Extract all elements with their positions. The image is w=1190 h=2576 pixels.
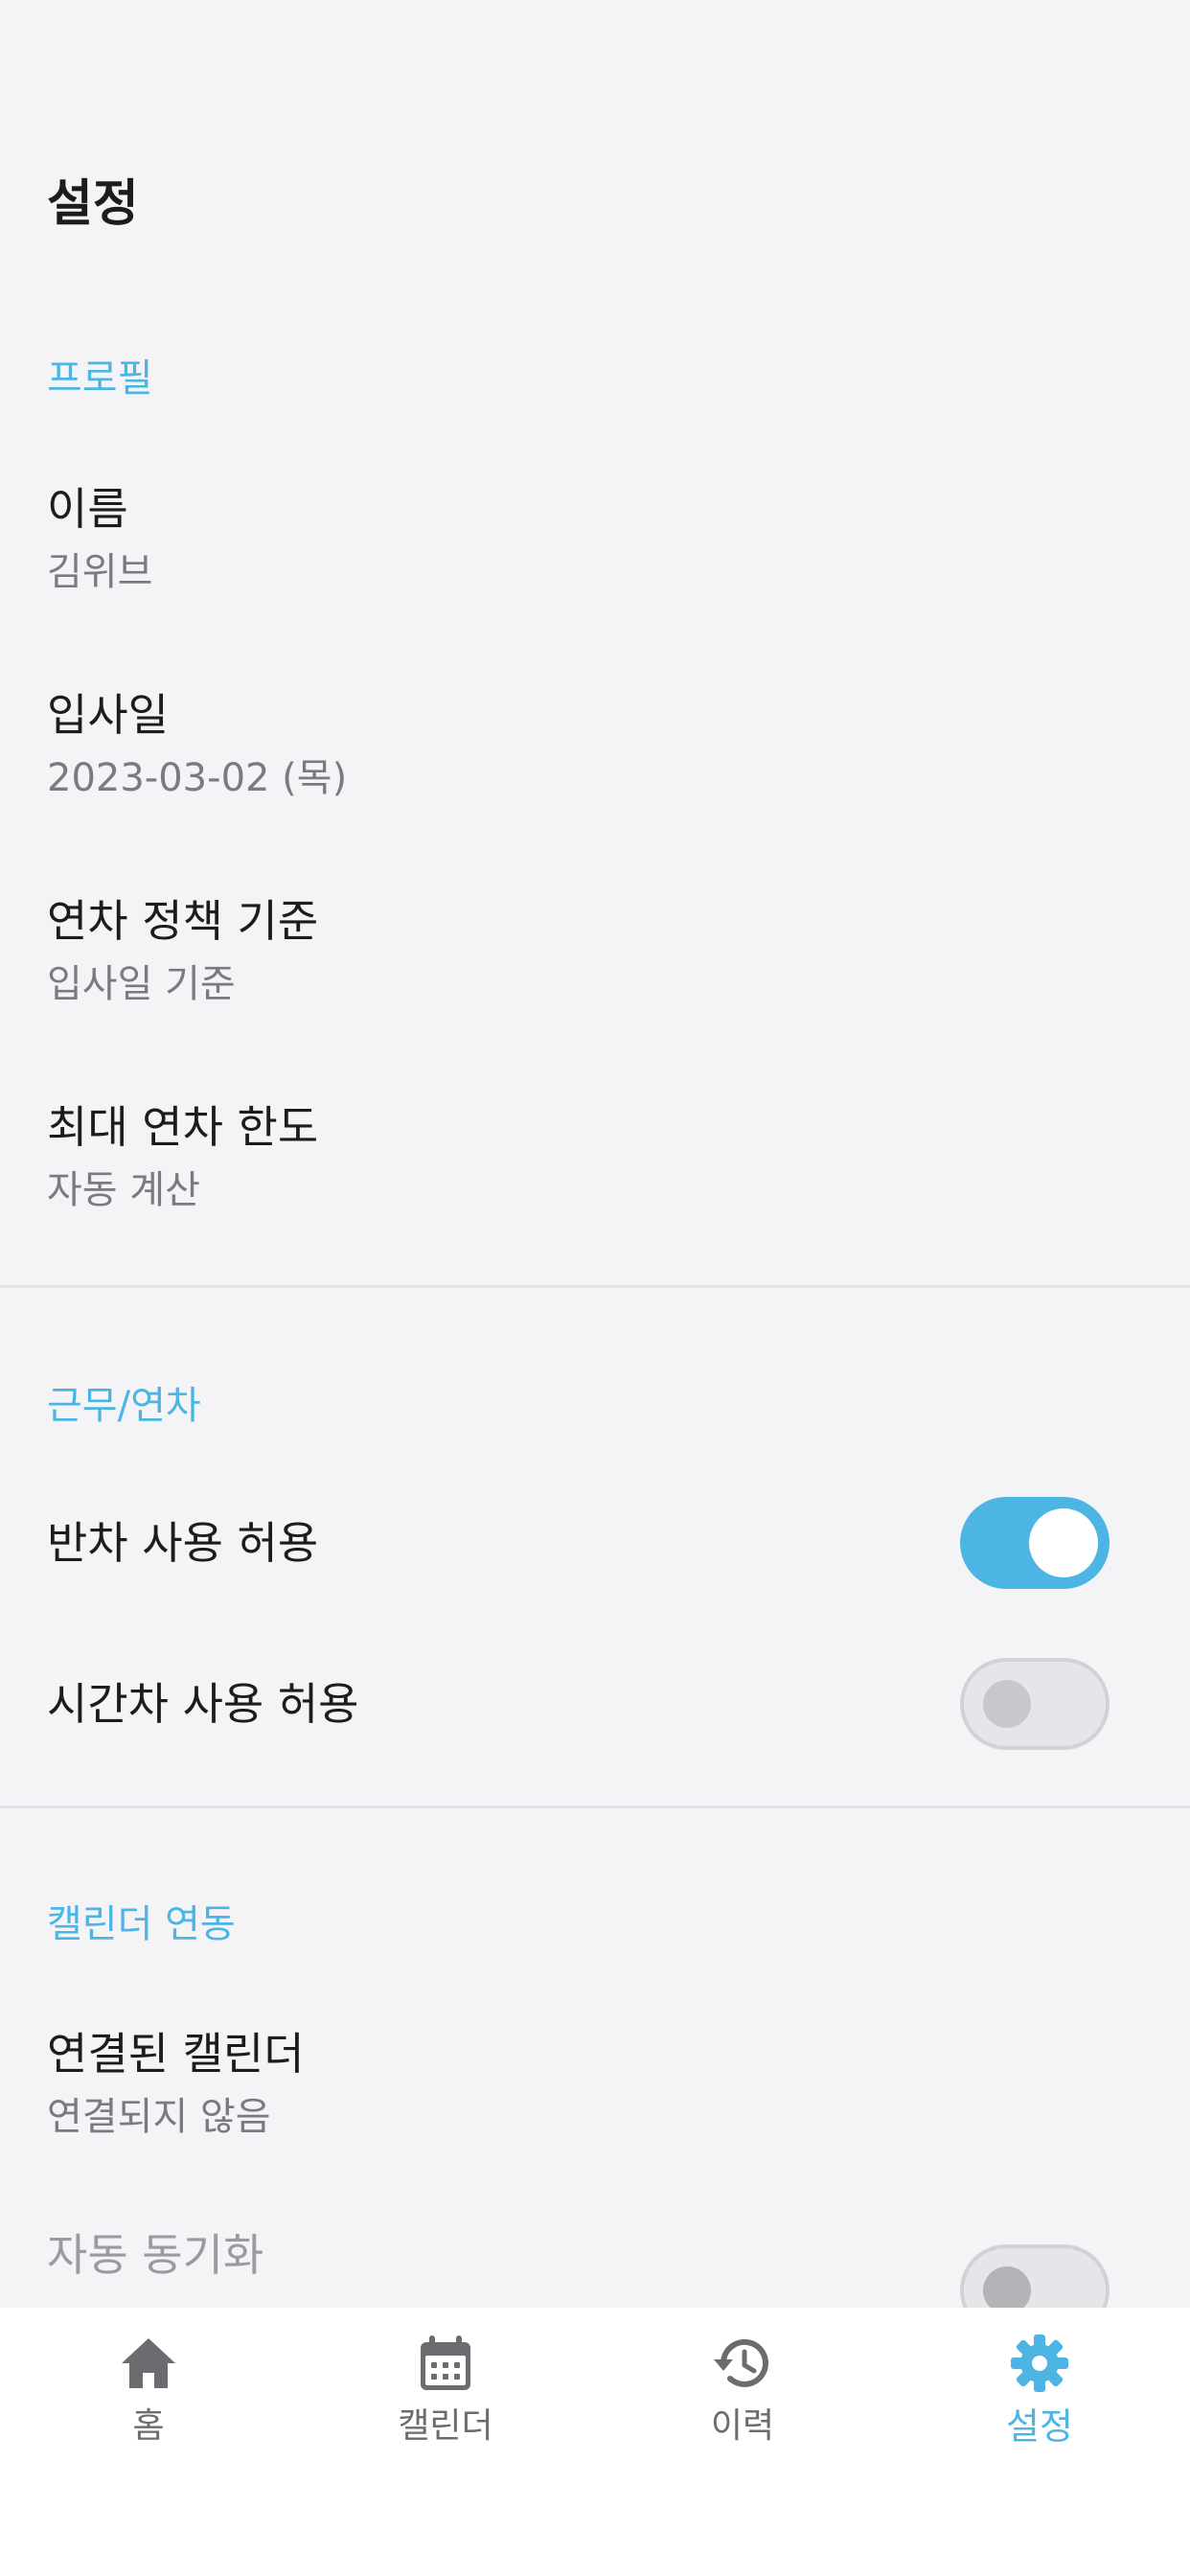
home-icon <box>122 2338 175 2388</box>
hire-date-label: 입사일 <box>47 689 169 741</box>
half-day-label: 반차 사용 허용 <box>47 1517 319 1569</box>
tab-settings[interactable]: 설정 <box>891 2333 1188 2467</box>
profile-name-label: 이름 <box>47 483 128 535</box>
section-header-profile: 프로필 <box>47 356 153 401</box>
toggle-knob <box>983 2266 1031 2308</box>
gear-icon <box>1011 2334 1068 2392</box>
hourly-leave-toggle[interactable] <box>960 1658 1110 1750</box>
linked-calendar-value: 연결되지 않음 <box>47 2095 271 2139</box>
hourly-leave-label: 시간차 사용 허용 <box>47 1678 359 1730</box>
tab-home-label: 홈 <box>132 2406 165 2446</box>
tab-history-label: 이력 <box>710 2406 775 2446</box>
half-day-row: 반차 사용 허용 <box>0 1495 1190 1591</box>
page-title: 설정 <box>47 175 139 233</box>
max-leave-value: 자동 계산 <box>47 1168 200 1212</box>
leave-policy-value: 입사일 기준 <box>47 962 236 1006</box>
section-header-work: 근무/연차 <box>47 1384 201 1428</box>
hire-date-value: 2023-03-02 (목) <box>47 756 348 800</box>
tab-home[interactable]: 홈 <box>0 2333 297 2467</box>
max-leave-label: 최대 연차 한도 <box>47 1101 319 1153</box>
auto-sync-label: 자동 동기화 <box>47 2229 264 2281</box>
linked-calendar-row[interactable]: 연결된 캘린더 연결되지 않음 <box>0 2014 1190 2158</box>
tab-calendar-label: 캘린더 <box>398 2406 493 2446</box>
leave-policy-label: 연차 정책 기준 <box>47 895 319 947</box>
linked-calendar-label: 연결된 캘린더 <box>47 2028 305 2080</box>
auto-sync-toggle[interactable] <box>960 2244 1110 2308</box>
profile-name-row[interactable]: 이름 김위브 <box>0 470 1190 613</box>
calendar-icon <box>421 2335 470 2390</box>
profile-name-value: 김위브 <box>47 550 153 594</box>
max-leave-row[interactable]: 최대 연차 한도 자동 계산 <box>0 1088 1190 1231</box>
toggle-knob <box>1029 1508 1098 1577</box>
section-divider <box>0 1806 1190 1808</box>
tab-calendar[interactable]: 캘린더 <box>297 2333 594 2467</box>
history-icon <box>714 2338 768 2387</box>
section-divider <box>0 1285 1190 1288</box>
tab-settings-label: 설정 <box>1006 2405 1073 2448</box>
tab-history[interactable]: 이력 <box>594 2333 891 2467</box>
hire-date-row[interactable]: 입사일 2023-03-02 (목) <box>0 676 1190 819</box>
half-day-toggle[interactable] <box>960 1497 1110 1589</box>
toggle-knob <box>983 1680 1031 1728</box>
auto-sync-row: 자동 동기화 <box>0 2223 1190 2308</box>
section-header-calendar: 캘린더 연동 <box>47 1902 236 1946</box>
hourly-leave-row: 시간차 사용 허용 <box>0 1656 1190 1752</box>
tab-bar: 홈 캘린더 이력 설정 <box>0 2308 1190 2576</box>
leave-policy-row[interactable]: 연차 정책 기준 입사일 기준 <box>0 882 1190 1025</box>
